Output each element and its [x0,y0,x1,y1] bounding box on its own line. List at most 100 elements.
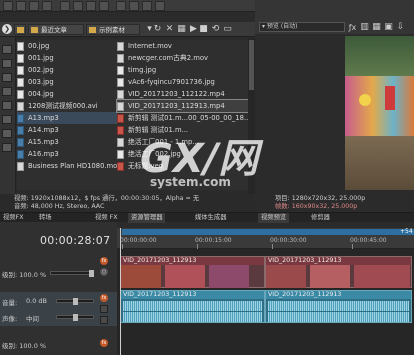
frame-info: 帧数: 160x90x32, 25.000p [275,203,358,210]
list-item[interactable]: 003.jpg [17,76,117,88]
list-item[interactable]: newcger.com古典2.mov [117,52,248,64]
level-value: 100.0 % [19,271,47,279]
audio-event[interactable]: VID_20171203_112913 [265,290,412,323]
waveform [268,312,409,322]
views-icon[interactable]: ▦ [176,24,187,35]
list-item[interactable]: 002.jpg [17,64,117,76]
list-item[interactable]: 00.jpg [17,40,117,52]
list-item[interactable]: A13.mp3 [17,112,117,124]
refresh-icon[interactable]: ↻ [152,24,163,35]
tab-trimmer[interactable]: 修剪器 [308,213,333,223]
sample-folder-label: 示例素材 [99,26,125,34]
slider-knob[interactable] [89,270,94,277]
volume-slider[interactable] [56,298,94,305]
pan-slider[interactable] [56,314,94,321]
tab-explorer[interactable]: 资源管理器 [128,213,166,223]
folder-icon[interactable] [2,73,12,82]
undo-icon[interactable] [86,1,96,11]
save-icon[interactable] [29,1,39,11]
mute-icon[interactable]: ○ [100,268,108,276]
video-fx-icon[interactable]: fx [100,257,108,265]
monitor-icon[interactable]: ▭ [222,24,233,35]
audio-fx-icon[interactable]: fx [100,294,108,302]
folder-icon[interactable] [2,59,12,68]
folder-icon[interactable] [2,115,12,124]
auto-preview-icon[interactable]: ⟲ [210,24,221,35]
render-icon[interactable] [116,1,126,11]
tab-media-generators[interactable]: 媒体生成器 [192,213,229,223]
video-file-icon [17,101,24,111]
slider-knob[interactable] [73,314,78,321]
cut-icon[interactable] [60,1,70,11]
list-item[interactable]: timg.jpg [117,64,248,76]
file-name: Internet.mov [128,42,172,50]
list-item[interactable]: 新剪辑 测试01.m...00_05-00_00_18... [117,112,248,124]
file-name: A15.mp3 [28,138,59,146]
save-snapshot-icon[interactable]: ⇩ [395,22,406,33]
pan-label: 声像: [2,315,18,323]
folder-icon[interactable] [2,45,12,54]
copy-icon[interactable] [73,1,83,11]
folder-icon[interactable] [2,87,12,96]
snap-icon[interactable] [129,1,139,11]
lock-icon[interactable] [155,1,165,11]
audio-event[interactable]: VID_20171203_112913 [120,290,265,323]
bus-fx-icon[interactable]: fx [100,339,108,347]
back-icon[interactable]: ❯ [2,24,12,34]
preview-quality-dropdown[interactable]: ▾ 预览 (自动) [259,22,345,32]
list-item[interactable]: A14.mp3 [17,124,117,136]
folder-icon[interactable] [2,143,12,152]
folder-up-icon[interactable] [14,24,26,35]
open-icon[interactable] [16,1,26,11]
snapshot-icon[interactable]: ▣ [383,22,394,33]
video-event[interactable]: VID_20171203_112913 [265,256,412,288]
video-file-icon [117,89,124,99]
image-file-icon [117,65,124,75]
list-item[interactable]: Business Plan HD1080.mov [17,160,117,172]
image-file-icon [117,149,124,159]
tab-video-preview[interactable]: 视频预览 [258,213,290,223]
redo-icon[interactable] [99,1,109,11]
list-item[interactable]: 1208测试视频000.avi [17,100,117,112]
file-name: 00.jpg [28,42,50,50]
list-item[interactable]: Internet.mov [117,40,248,52]
folder-icon[interactable] [2,129,12,138]
list-item[interactable]: A15.mp3 [17,136,117,148]
split-icon[interactable]: ▥ [359,22,370,33]
overlay-icon[interactable]: ▦ [371,22,382,33]
recent-folder-dropdown[interactable]: 最近文章 [28,24,84,35]
video-file-icon [17,161,24,171]
fx-icon[interactable]: ƒx [347,22,358,33]
event-title: VID_20171203_112913 [121,257,264,265]
video-file-icon [117,101,124,111]
list-item[interactable]: 001.jpg [17,52,117,64]
watermark-url: system.com [150,175,231,189]
video-preview [345,36,414,190]
folder-icon[interactable] [2,101,12,110]
audio-file-icon [17,149,24,159]
list-item[interactable]: VID_20171203_112913.mp4 [116,99,249,113]
level-label: 级别: [2,271,18,279]
slider-knob[interactable] [73,298,78,305]
scroll-thumb[interactable] [249,40,254,90]
properties-icon[interactable] [42,1,52,11]
folder-tree[interactable] [0,37,16,197]
video-level-slider[interactable] [50,270,94,277]
file-name: Business Plan HD1080.mov [28,162,117,170]
file-name: A14.mp3 [28,126,59,134]
audio-file-icon [17,137,24,147]
list-item[interactable]: vAc6-fyqincu7901736.jpg [117,76,248,88]
event-title: VID_20171203_112913 [266,257,411,265]
new-icon[interactable] [3,1,13,11]
audio-info: 音频: 48,000 Hz, Stereo, AAC [14,203,105,210]
stop-icon[interactable]: ■ [198,24,209,35]
loop-region-bar[interactable] [122,229,414,235]
playhead[interactable] [120,228,121,355]
ripple-icon[interactable] [142,1,152,11]
sample-folder-dropdown[interactable]: 示例素材 [86,24,140,35]
list-item[interactable]: VID_20171203_112122.mp4 [117,88,248,100]
video-event[interactable]: VID_20171203_112913 [120,256,265,288]
close-icon[interactable]: ✕ [164,24,175,35]
list-item[interactable]: A16.mp3 [17,148,117,160]
list-item[interactable]: 004.jpg [17,88,117,100]
